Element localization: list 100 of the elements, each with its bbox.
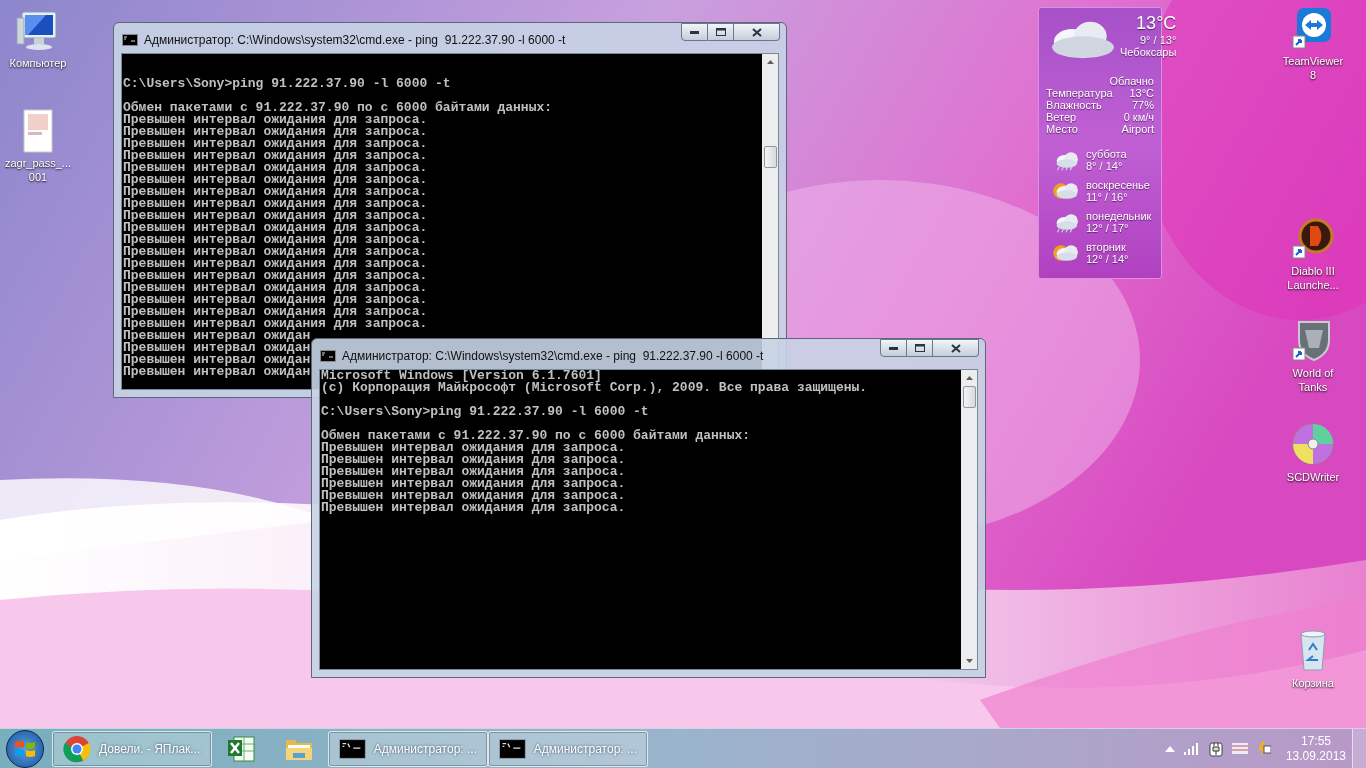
windows-logo-icon xyxy=(14,738,36,759)
console-line: Превышен интервал ожидан xyxy=(123,342,311,354)
scrollbar-thumb[interactable] xyxy=(763,146,777,168)
console-line: Превышен интервал ожидания для запроса. xyxy=(321,478,626,490)
console-line: Превышен интервал ожидания для запроса. xyxy=(123,294,428,306)
console-line: C:\Users\Sony>ping 91.222.37.90 -l 6000 -t xyxy=(321,406,649,418)
console-line: Превышен интервал ожидания для запроса. xyxy=(123,126,428,138)
console-line: (c) Корпорация Майкрософт (Microsoft Corp.), 2009. Все права защищены. xyxy=(321,382,868,394)
show-hidden-icons-icon[interactable] xyxy=(1164,745,1175,752)
spreadsheet-icon xyxy=(226,733,256,764)
console-line: Превышен интервал ожидания для запроса. xyxy=(123,198,428,210)
power-plug-icon[interactable] xyxy=(1208,740,1223,757)
maximize-icon xyxy=(914,344,925,352)
browser-icon xyxy=(63,734,91,763)
taskbar-button[interactable]: Администратор: ... xyxy=(328,730,488,767)
desktop-icon-label[interactable]: World of Tanks xyxy=(1292,366,1334,394)
forecast-day: понедельник xyxy=(1086,210,1152,222)
scroll-up-icon xyxy=(766,60,774,64)
detail-label: Температура xyxy=(1046,87,1113,99)
console-line: Превышен интервал ожидания для запроса. xyxy=(321,442,626,454)
console-line: Превышен интервал ожидания для запроса. xyxy=(123,114,428,126)
scrollbar-thumb[interactable] xyxy=(962,386,976,408)
console-line: Превышен интервал ожидания для запроса. xyxy=(123,246,428,258)
current-temperature: 13°C xyxy=(1136,12,1177,34)
close-icon xyxy=(751,27,762,37)
console-icon xyxy=(122,34,138,46)
desktop-icon-label[interactable]: TeamViewer 8 xyxy=(1282,54,1344,82)
console-icon xyxy=(320,350,336,362)
detail-label: Место xyxy=(1046,123,1078,135)
console-line: Обмен пакетами с 91.222.37.90 по с 6000 байтами данных: xyxy=(321,430,751,442)
disc-icon xyxy=(1291,422,1335,468)
desktop-icon-label[interactable]: Diablo III Launche... xyxy=(1287,264,1339,292)
console-line: Превышен интервал ожидания для запроса. xyxy=(123,162,428,174)
weather-condition: Облачно xyxy=(1109,75,1154,87)
console-line: Превышен интервал ожидания для запроса. xyxy=(321,454,626,466)
console-line: Превышен интервал ожидания для запроса. xyxy=(123,282,428,294)
forecast-range: 12° / 14° xyxy=(1086,253,1129,265)
close-button[interactable] xyxy=(933,339,979,357)
close-icon xyxy=(950,343,961,353)
window-title: Администратор: C:\Windows\system32\cmd.exe - ping 91.222.37.90 -l 6000 -t xyxy=(342,348,764,365)
desktop-icon-label[interactable]: zagr_pass_... 001 xyxy=(4,156,71,184)
console-line: Превышен интервал ожидания для запроса. xyxy=(123,270,428,282)
console-line: Превышен интервал ожидания для запроса. xyxy=(123,222,428,234)
console-line: Превышен интервал ожидания для запроса. xyxy=(123,318,428,330)
forecast-day: вторник xyxy=(1086,241,1129,253)
console-icon xyxy=(499,737,526,760)
console-line: Обмен пакетами с 91.222.37.90 по с 6000 байтами данных: xyxy=(123,102,553,114)
diablo-icon xyxy=(1291,216,1335,262)
window-title: Администратор: C:\Windows\system32\cmd.exe - ping 91.222.37.90 -l 6000 -t xyxy=(144,32,566,49)
desktop-icon-label[interactable]: Корзина xyxy=(1292,676,1334,690)
console-line: Превышен интервал ожидания для запроса. xyxy=(123,258,428,270)
forecast-day: воскресенье xyxy=(1086,179,1150,191)
signal-icon[interactable] xyxy=(1183,742,1200,755)
clock-date[interactable]: 13.09.2013 xyxy=(1285,748,1346,764)
forecast-day: суббота xyxy=(1086,148,1127,160)
detail-value: 77% xyxy=(1131,99,1154,111)
console-line: Превышен интервал ожидания для запроса. xyxy=(123,210,428,222)
forecast-range: 8° / 14° xyxy=(1086,160,1124,172)
console-line: Превышен интервал ожидания для запроса. xyxy=(123,174,428,186)
scroll-down-icon xyxy=(965,659,973,663)
console-line: Превышен интервал ожидания для запроса. xyxy=(321,490,626,502)
maximize-button[interactable] xyxy=(708,23,734,41)
scroll-up-icon xyxy=(965,376,973,380)
maximize-icon xyxy=(715,28,726,36)
console-line: Превышен интервал ожидан xyxy=(123,330,311,342)
detail-label: Влажность xyxy=(1046,99,1102,111)
minimize-button[interactable] xyxy=(681,23,708,41)
detail-label: Ветер xyxy=(1046,111,1077,123)
city-name: Чебоксары xyxy=(1120,46,1177,58)
desktop-icon-label[interactable]: SCDWriter xyxy=(1286,470,1340,484)
console-line: Превышен интервал ожидания для запроса. xyxy=(123,186,428,198)
start-button[interactable] xyxy=(6,729,44,768)
close-button[interactable] xyxy=(734,23,780,41)
detail-value: Airport xyxy=(1121,123,1154,135)
console-line: Превышен интервал ожидания для запроса. xyxy=(123,234,428,246)
detail-value: 0 км/ч xyxy=(1123,111,1154,123)
desktop-icon-label[interactable]: Компьютер xyxy=(9,56,67,70)
forecast-range: 12° / 17° xyxy=(1086,222,1130,234)
maximize-button[interactable] xyxy=(907,339,933,357)
detail-value: 13°C xyxy=(1129,87,1154,99)
console-line: Превышен интервал ожидания для запроса. xyxy=(123,138,428,150)
console-line: Превышен интервал ожидания для запроса. xyxy=(123,306,428,318)
minimize-icon xyxy=(889,346,898,350)
console-line: C:\Users\Sony>ping 91.222.37.90 -l 6000 -t xyxy=(123,78,451,90)
console-line: Превышен интервал ожидан xyxy=(123,354,311,366)
minimize-button[interactable] xyxy=(880,339,907,357)
console-line: Превышен интервал ожидан xyxy=(123,366,311,378)
temperature-range: 9° / 13° xyxy=(1140,34,1177,46)
console-line: Превышен интервал ожидания для запроса. xyxy=(321,466,626,478)
console-line: Превышен интервал ожидания для запроса. xyxy=(123,150,428,162)
action-center-icon[interactable] xyxy=(1256,740,1271,757)
console-line: Превышен интервал ожидания для запроса. xyxy=(321,502,626,514)
flag-icon[interactable] xyxy=(1231,743,1248,754)
clock-time[interactable]: 17:55 xyxy=(1300,733,1331,749)
minimize-icon xyxy=(690,30,699,34)
taskbar-button[interactable]: Администратор: ... xyxy=(488,730,648,767)
forecast-range: 11° / 16° xyxy=(1086,191,1129,203)
taskbar-button[interactable]: Довели. - ЯПлак... xyxy=(52,730,212,767)
console-line: Microsoft Windows [Version 6.1.7601] xyxy=(321,370,602,382)
console-icon xyxy=(339,737,366,760)
